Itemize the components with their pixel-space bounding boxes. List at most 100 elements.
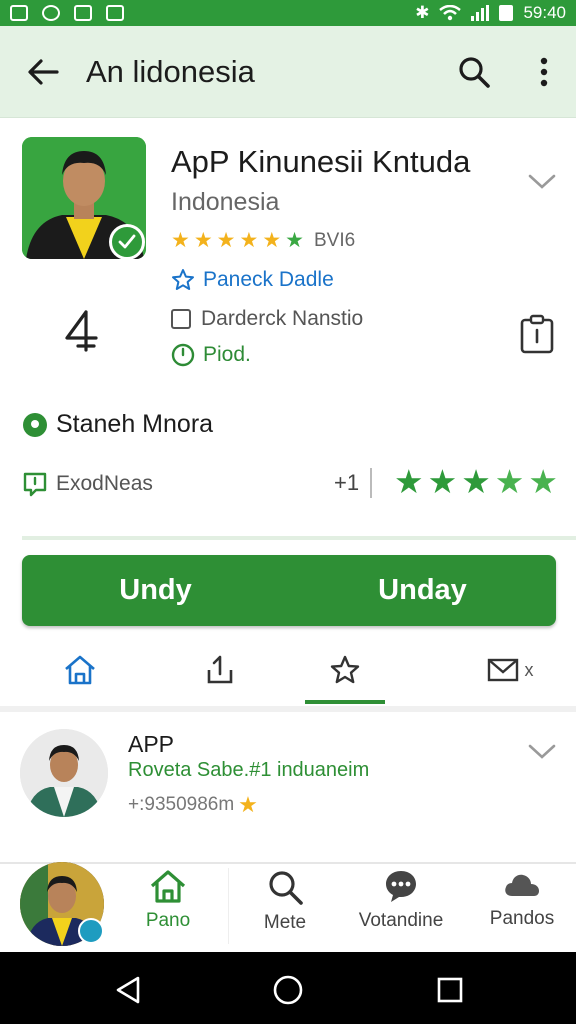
editor-badge-link[interactable]: Paneck Dadle (171, 268, 334, 292)
app-country: Indonesia (171, 188, 280, 216)
star-icon[interactable]: ★ (495, 464, 525, 500)
search-icon (269, 871, 303, 905)
signal-icon (471, 5, 490, 21)
active-tab-indicator (305, 700, 385, 704)
tab-favorite[interactable] (305, 644, 385, 696)
star-icon: ★ (171, 229, 190, 252)
circle-home-icon (273, 975, 303, 1005)
star-icon: ★ (285, 229, 304, 252)
clipboard-icon[interactable] (520, 314, 554, 354)
rating-text: BVI6 (313, 230, 356, 251)
nav-separator (228, 868, 229, 944)
review-icon (23, 472, 47, 497)
location-pin-icon (23, 412, 47, 437)
nav-item-home[interactable]: Pano (120, 868, 216, 952)
status-label: Piod. (203, 343, 251, 366)
tab-mail[interactable]: x (470, 644, 550, 696)
chat-icon (386, 871, 416, 902)
developer-meta: +:9350986m ★ (128, 792, 258, 818)
star-icon[interactable]: ★ (394, 464, 424, 500)
developer-name: APP (128, 731, 175, 757)
star-outline-icon (172, 269, 194, 290)
developer-meta-text: +:9350986m (128, 794, 235, 815)
star-icon[interactable]: ★ (528, 464, 558, 500)
star-icon: ★ (193, 229, 213, 252)
page-title: An lidonesia (86, 53, 255, 89)
star-icon: ★ (238, 792, 258, 817)
search-button[interactable] (452, 50, 496, 94)
back-arrow-icon (28, 58, 59, 85)
age-rating-glyph (65, 310, 98, 352)
status-bar: ✱ 59:40 (0, 0, 576, 26)
battery-icon (499, 5, 514, 21)
clock-text: 59:40 (523, 3, 566, 22)
reviews-label: ExodNeas (56, 472, 153, 495)
app-bar: An lidonesia (0, 26, 576, 118)
triangle-back-icon (116, 976, 140, 1004)
nav-item-chat[interactable]: Votandine (350, 868, 452, 952)
section-divider (0, 706, 576, 712)
system-recents-button[interactable] (430, 970, 470, 1010)
search-icon (459, 57, 490, 88)
gallery-icon (74, 5, 92, 21)
star-icon[interactable]: ★ (428, 464, 458, 500)
cloud-icon (505, 874, 539, 896)
mail-tab-suffix: x (524, 659, 534, 680)
system-home-button[interactable] (268, 970, 308, 1010)
wifi-icon (439, 5, 462, 21)
nav-label-cloud: Pandos (489, 908, 555, 929)
nav-item-search[interactable]: Mete (236, 868, 334, 952)
section-divider (22, 536, 576, 540)
profile-status-badge (78, 918, 104, 944)
notification-icon (10, 5, 28, 21)
share-icon (207, 655, 233, 684)
checkbox-row[interactable]: Darderck Nanstio (171, 307, 363, 331)
more-options-button[interactable] (524, 50, 564, 94)
reviews-count: +1 (334, 470, 360, 495)
chevron-down-icon (528, 174, 556, 189)
check-icon (118, 234, 136, 249)
square-recents-icon (437, 977, 463, 1003)
nav-label-chat: Votandine (358, 910, 444, 931)
location-label: Staneh Mnora (56, 410, 214, 438)
star-outline-icon (330, 655, 360, 684)
sync-icon (42, 5, 60, 21)
badge-label: Paneck Dadle (203, 268, 334, 291)
app-name: ApP Kinunesii Kntuda (171, 144, 471, 179)
developer-portrait (20, 729, 108, 817)
star-icon[interactable]: ★ (461, 464, 491, 500)
expand-button[interactable] (524, 166, 560, 198)
location-row[interactable]: Staneh Mnora (22, 410, 213, 439)
home-icon (65, 655, 95, 685)
install-bar: Undy Unday (22, 555, 556, 626)
nav-label-home: Pano (145, 910, 191, 931)
star-icon: ★ (239, 229, 259, 252)
review-stars[interactable]: ★ ★ ★ ★ ★ (394, 464, 558, 500)
developer-subtitle[interactable]: Roveta Sabe.#1 induaneim (128, 759, 369, 782)
timer-icon (171, 343, 195, 367)
status-row: Piod. (171, 343, 251, 367)
system-nav-bar (0, 952, 576, 1024)
nav-label-search: Mete (263, 912, 307, 933)
star-icon: ★ (216, 229, 236, 252)
back-button[interactable] (0, 26, 86, 118)
tab-share[interactable] (180, 644, 260, 696)
mail-icon (487, 658, 518, 682)
checkbox-label: Darderck Nanstio (201, 307, 364, 330)
tab-home[interactable] (40, 644, 120, 696)
developer-avatar[interactable] (20, 729, 108, 817)
age-rating-icon (64, 310, 100, 352)
star-icon: ★ (262, 229, 282, 252)
secondary-action-button[interactable]: Unday (289, 555, 556, 626)
checkbox[interactable] (171, 309, 191, 329)
verified-badge (109, 224, 145, 260)
system-back-button[interactable] (108, 970, 148, 1010)
chevron-down-icon (528, 744, 556, 759)
home-icon (150, 870, 186, 903)
nav-item-cloud[interactable]: Pandos (474, 868, 570, 952)
rating-row: ★ ★ ★ ★ ★ ★ BVI6 (171, 230, 355, 252)
primary-action-button[interactable]: Undy (22, 555, 289, 626)
reviews-row[interactable]: ExodNeas +1 ★ ★ ★ ★ ★ (22, 464, 558, 502)
developer-expand-button[interactable] (524, 736, 560, 768)
more-vert-icon (540, 57, 548, 87)
